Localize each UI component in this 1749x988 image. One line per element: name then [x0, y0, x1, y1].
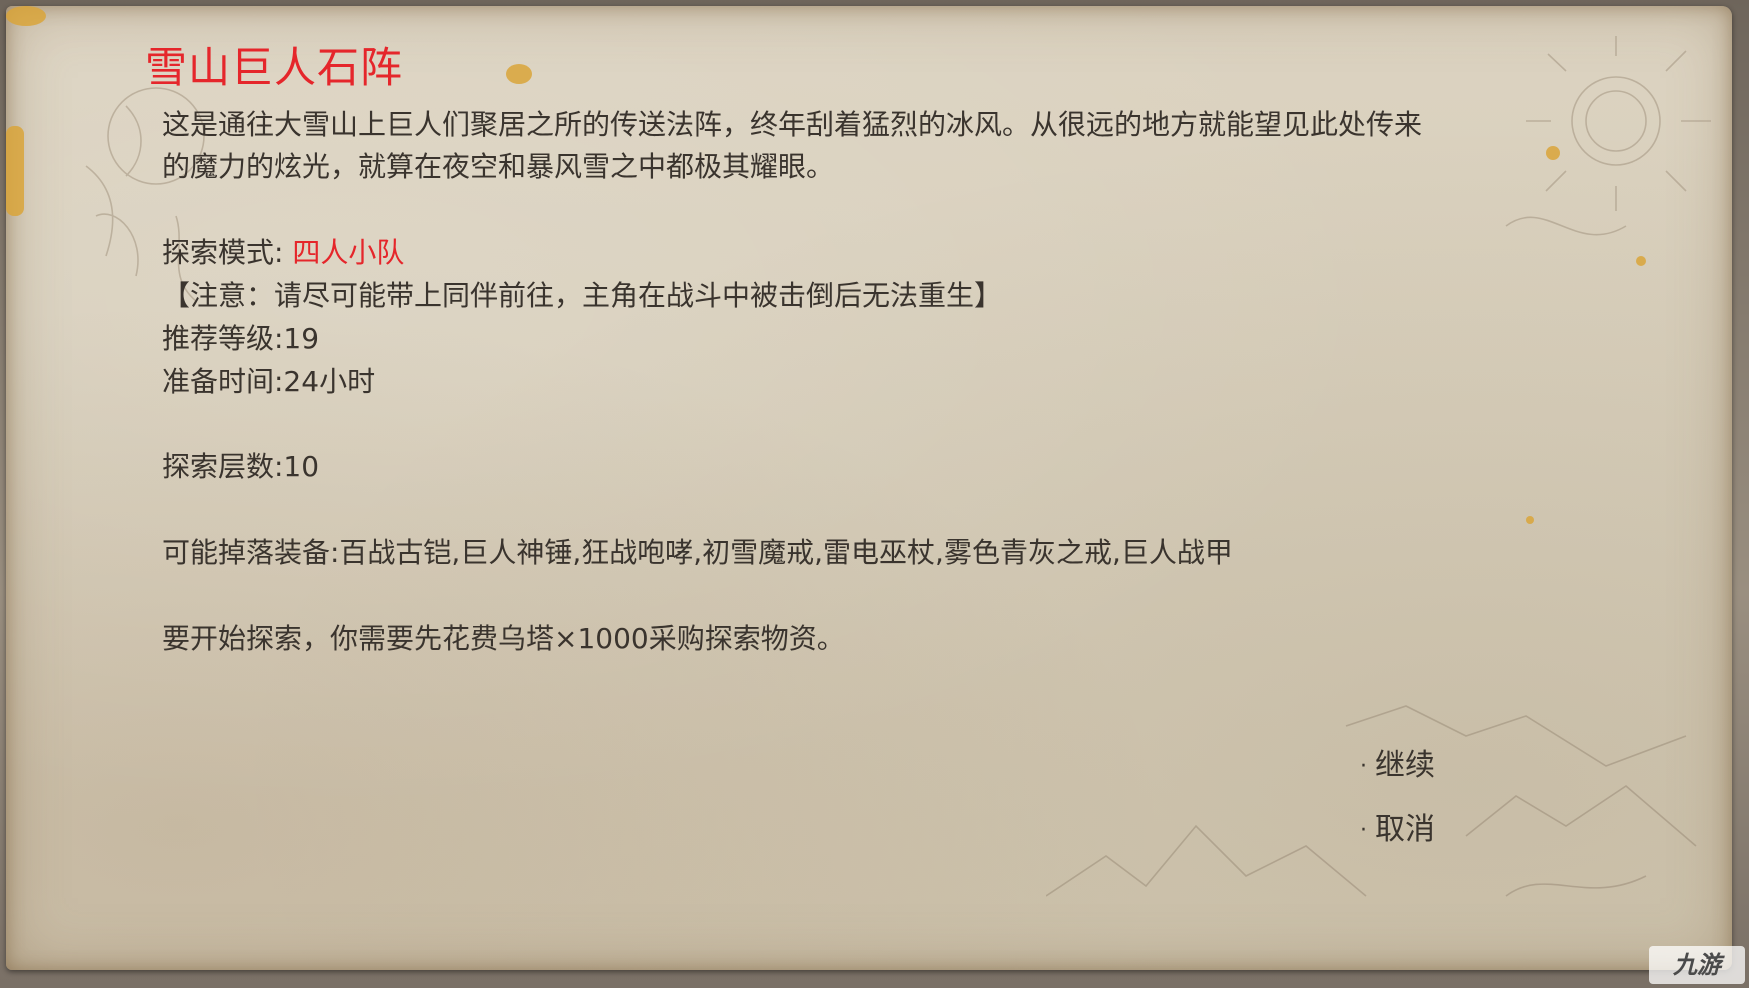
- cancel-button[interactable]: · 取消: [1360, 810, 1435, 851]
- continue-button[interactable]: · 继续: [1360, 746, 1435, 787]
- possible-drops: 可能掉落装备:百战古铠,巨人神锤,狂战咆哮,初雪魔戒,雷电巫杖,雾色青灰之戒,巨…: [162, 536, 1233, 569]
- cancel-label: 取消: [1375, 812, 1435, 847]
- exploration-cost: 要开始探索，你需要先花费乌塔×1000采购探索物资。: [162, 622, 845, 655]
- continue-label: 继续: [1375, 748, 1435, 783]
- description-line-1: 这是通往大雪山上巨人们聚居之所的传送法阵，终年刮着猛烈的冰风。从很远的地方就能望…: [162, 108, 1423, 141]
- gold-fleck: [1636, 256, 1646, 266]
- menu-bullet: ·: [1360, 753, 1367, 779]
- gold-fleck: [506, 64, 532, 84]
- floor-count: 探索层数:10: [162, 450, 320, 483]
- preparation-time: 准备时间:24小时: [162, 365, 376, 398]
- exploration-mode: 探索模式: 四人小队: [162, 232, 404, 274]
- location-description: 这是通往大雪山上巨人们聚居之所的传送法阵，终年刮着猛烈的冰风。从很远的地方就能望…: [162, 104, 1582, 188]
- mode-label: 探索模式:: [162, 236, 293, 269]
- party-note: 【注意：请尽可能带上同伴前往，主角在战斗中被击倒后无法重生】: [162, 279, 1003, 312]
- menu-bullet: ·: [1360, 817, 1367, 843]
- location-title: 雪山巨人石阵: [145, 43, 404, 92]
- description-line-2: 的魔力的炫光，就算在夜空和暴风雪之中都极其耀眼。: [162, 150, 835, 183]
- site-watermark: 九游: [1649, 946, 1745, 984]
- gold-fleck: [1526, 516, 1534, 524]
- gold-fleck: [6, 6, 46, 26]
- recommended-level: 推荐等级:19: [162, 322, 320, 355]
- gold-fleck: [6, 126, 24, 216]
- mode-value: 四人小队: [292, 236, 405, 269]
